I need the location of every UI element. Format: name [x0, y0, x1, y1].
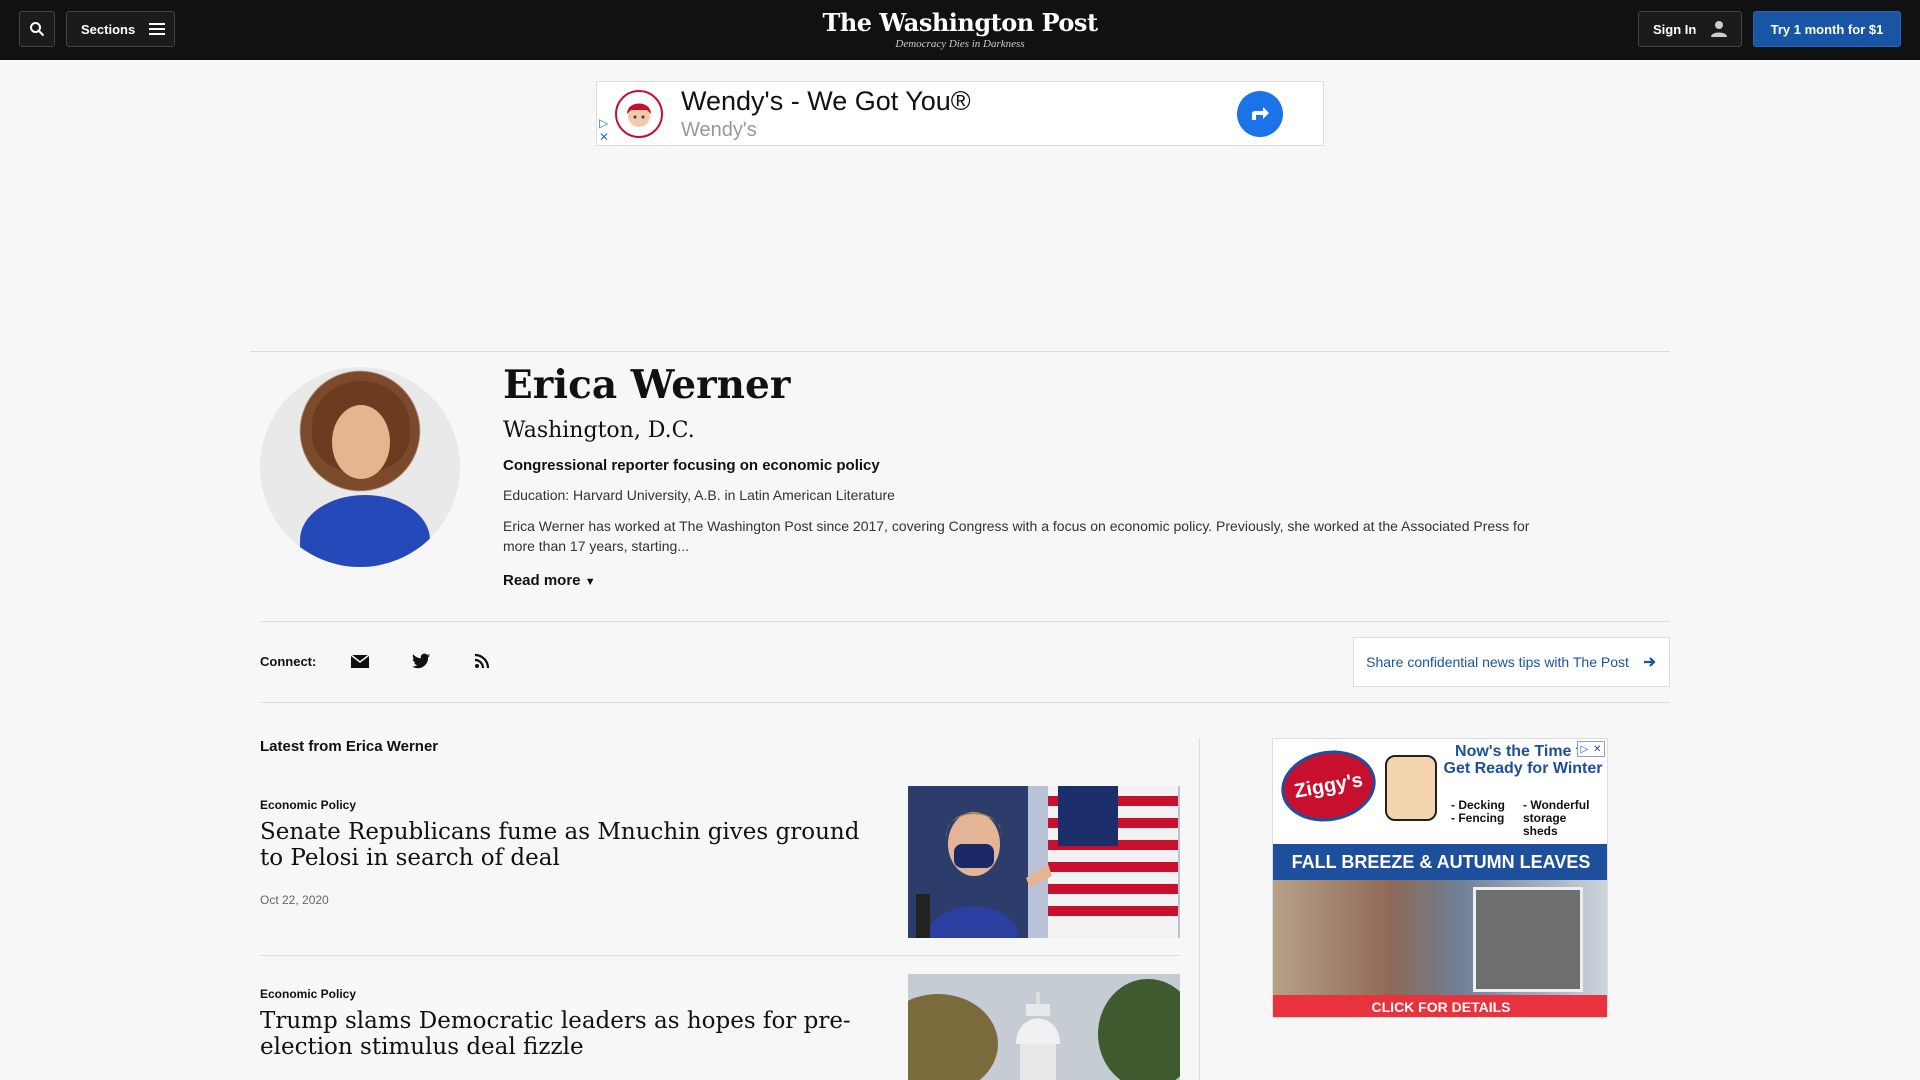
search-button[interactable] [19, 11, 55, 47]
caret-down-icon: ▼ [584, 576, 596, 588]
advertiser-logo [615, 90, 663, 138]
story-thumbnail[interactable] [908, 974, 1180, 1080]
sections-button[interactable]: Sections [66, 11, 175, 47]
divider [260, 955, 1180, 956]
brand-logo[interactable]: The Washington Post Democracy Dies in Da… [822, 8, 1098, 50]
news-tips-label: Share confidential news tips with The Po… [1366, 654, 1629, 670]
author-name: Erica Werner [503, 362, 791, 408]
story-headline[interactable]: Trump slams Democratic leaders as hopes … [260, 1008, 860, 1060]
story-card: Economic Policy Trump slams Democratic l… [260, 974, 1180, 1080]
sidebar-ad[interactable]: Ziggy's Now's the Time to Get Ready for … [1272, 738, 1608, 1018]
wendys-logo-icon [627, 103, 651, 127]
search-icon [30, 22, 45, 37]
top-nav-bar: Sections The Washington Post Democracy D… [0, 0, 1920, 60]
read-more-label: Read more [503, 572, 581, 589]
twitter-icon[interactable] [410, 650, 432, 672]
divider [260, 621, 1670, 622]
ad-shed-image [1473, 887, 1583, 992]
latest-heading: Latest from Erica Werner [260, 738, 439, 755]
ad-title: Wendy's - We Got You® [681, 86, 971, 116]
story-thumbnail[interactable] [908, 786, 1180, 938]
close-icon: ✕ [599, 130, 610, 144]
arrow-right-icon [1643, 657, 1656, 667]
close-icon: ✕ [1593, 743, 1602, 755]
user-icon [1711, 21, 1728, 37]
top-banner-ad[interactable]: ▷ ✕ Wendy's - We Got You® Wendy's [596, 81, 1324, 146]
ad-banner-text: FALL BREEZE & AUTUMN LEAVES [1291, 852, 1591, 872]
adchoices-icon: ▷ [1580, 743, 1589, 755]
subscribe-label: Try 1 month for $1 [1770, 21, 1884, 37]
read-more-button[interactable]: Read more ▼ [503, 572, 596, 589]
ad-go-button[interactable] [1237, 91, 1283, 137]
subscribe-button[interactable]: Try 1 month for $1 [1753, 11, 1901, 47]
ad-cta[interactable]: CLICK FOR DETAILS [1273, 995, 1607, 1017]
adchoices-badge[interactable]: ▷ ✕ [1577, 741, 1605, 757]
directions-arrow-icon [1252, 107, 1269, 120]
sign-in-button[interactable]: Sign In [1638, 11, 1742, 47]
rss-icon[interactable] [471, 650, 493, 672]
news-tips-button[interactable]: Share confidential news tips with The Po… [1353, 637, 1670, 687]
hamburger-icon [149, 23, 166, 35]
sections-label: Sections [81, 21, 136, 37]
author-bio: Erica Werner has worked at The Washingto… [503, 518, 1530, 554]
author-photo [260, 367, 460, 567]
brand-title: The Washington Post [822, 8, 1098, 37]
email-icon[interactable] [349, 650, 371, 672]
divider [250, 351, 1670, 352]
ad-advertiser: Wendy's [681, 119, 757, 141]
play-icon: ▷ [599, 116, 609, 130]
sign-in-label: Sign In [1653, 21, 1697, 37]
story-card: Economic Policy Senate Republicans fume … [260, 786, 1180, 938]
author-location: Washington, D.C. [503, 418, 695, 443]
mascot-image [1385, 755, 1437, 821]
story-headline[interactable]: Senate Republicans fume as Mnuchin gives… [260, 819, 860, 871]
ad-list-a: - Decking - Fencing [1451, 798, 1506, 825]
connect-label: Connect: [260, 654, 317, 669]
ziggys-logo: Ziggy's [1275, 743, 1382, 829]
story-photo [908, 786, 1180, 938]
column-divider [1199, 738, 1200, 1080]
story-photo [908, 974, 1180, 1080]
brand-tagline: Democracy Dies in Darkness [895, 38, 1025, 50]
adchoices-marks[interactable]: ▷ ✕ [599, 116, 609, 144]
divider [260, 702, 1670, 703]
author-role: Congressional reporter focusing on econo… [503, 457, 880, 474]
ad-list-b: - Wonderful storage sheds [1523, 798, 1590, 838]
author-education: Education: Harvard University, A.B. in L… [503, 487, 895, 503]
